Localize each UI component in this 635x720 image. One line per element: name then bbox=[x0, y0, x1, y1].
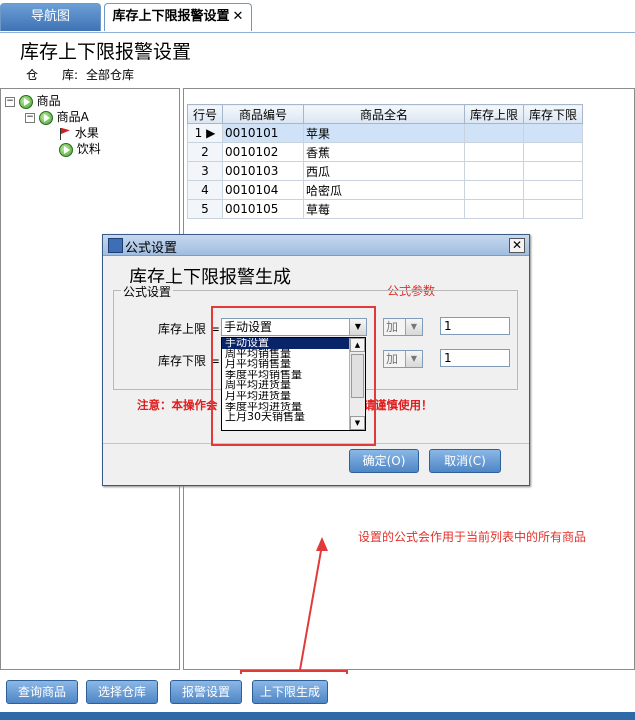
collapse-icon[interactable]: − bbox=[5, 96, 15, 107]
upper-operator-combo[interactable]: 加 ▼ bbox=[383, 318, 423, 336]
upper-cell[interactable] bbox=[464, 161, 524, 181]
lower-cell[interactable] bbox=[523, 199, 583, 219]
name-cell[interactable]: 西瓜 bbox=[303, 161, 465, 181]
code-cell[interactable]: 0010101 bbox=[222, 123, 304, 143]
generate-limits-button[interactable]: 上下限生成 bbox=[252, 680, 328, 704]
tree-node-group[interactable]: − 商品A bbox=[25, 109, 89, 125]
upper-cell[interactable] bbox=[464, 180, 524, 200]
app-icon bbox=[108, 238, 123, 253]
upper-cell[interactable] bbox=[464, 123, 524, 143]
row-pointer-icon: ▶ bbox=[206, 126, 216, 140]
table-row[interactable]: 2 0010102 香蕉 bbox=[187, 142, 583, 162]
highlight-box-dropdown bbox=[211, 306, 376, 446]
table-row[interactable]: 1 ▶ 0010101 苹果 bbox=[187, 123, 583, 143]
lower-param-input[interactable]: 1 bbox=[440, 349, 510, 367]
warehouse-label: 仓 库: bbox=[26, 68, 79, 82]
dialog-title: 公式设置 bbox=[125, 241, 178, 256]
code-cell[interactable]: 0010103 bbox=[222, 161, 304, 181]
lower-cell[interactable] bbox=[523, 142, 583, 162]
name-cell[interactable]: 哈密瓜 bbox=[303, 180, 465, 200]
tab-stock-alarm-settings[interactable]: 库存上下限报警设置 ✕ bbox=[104, 3, 252, 31]
warehouse-value: 全部仓库 bbox=[86, 68, 135, 82]
close-icon[interactable]: ✕ bbox=[233, 4, 244, 30]
upper-cell[interactable] bbox=[464, 142, 524, 162]
alarm-settings-button[interactable]: 报警设置 bbox=[170, 680, 242, 704]
cancel-button[interactable]: 取消(C) bbox=[429, 449, 501, 473]
code-cell[interactable]: 0010105 bbox=[222, 199, 304, 219]
lower-cell[interactable] bbox=[523, 123, 583, 143]
column-header-row-number[interactable]: 行号 bbox=[187, 104, 223, 124]
collapse-icon[interactable]: − bbox=[25, 112, 35, 123]
tree-node-label: 饮料 bbox=[76, 142, 101, 156]
name-cell[interactable]: 苹果 bbox=[303, 123, 465, 143]
row-number-cell: 4 bbox=[187, 180, 223, 200]
row-number-cell: 5 bbox=[187, 199, 223, 219]
status-strip bbox=[0, 712, 635, 720]
close-icon: ✕ bbox=[511, 238, 523, 252]
row-number-cell: 3 bbox=[187, 161, 223, 181]
tree-node-label: 水果 bbox=[74, 126, 99, 140]
lower-operator-combo[interactable]: 加 ▼ bbox=[383, 350, 423, 368]
annotation-text: 设置的公式会作用于当前列表中的所有商品 bbox=[358, 530, 587, 544]
row-number-cell: 1 ▶ bbox=[187, 123, 223, 143]
combo-value: 加 bbox=[386, 320, 399, 334]
tree-node-label: 商品 bbox=[36, 94, 61, 108]
category-icon bbox=[18, 94, 33, 109]
category-icon bbox=[38, 110, 53, 125]
table-header-row: 行号 商品编号 商品全名 库存上限 库存下限 bbox=[187, 104, 583, 124]
tree-node-root[interactable]: − 商品 bbox=[5, 93, 61, 109]
upper-cell[interactable] bbox=[464, 199, 524, 219]
tab-navigation-label: 导航图 bbox=[30, 9, 70, 24]
dialog-close-button[interactable]: ✕ bbox=[509, 238, 525, 253]
flag-icon bbox=[59, 127, 71, 140]
combo-value: 加 bbox=[386, 352, 399, 366]
lower-cell[interactable] bbox=[523, 180, 583, 200]
column-header-upper[interactable]: 库存上限 bbox=[464, 104, 524, 124]
table-row[interactable]: 3 0010103 西瓜 bbox=[187, 161, 583, 181]
tree-node-label: 商品A bbox=[56, 110, 89, 124]
groupbox-title: 公式设置 bbox=[121, 283, 174, 300]
table-row[interactable]: 4 0010104 哈密瓜 bbox=[187, 180, 583, 200]
tab-navigation[interactable]: 导航图 bbox=[0, 3, 101, 31]
tree-node-fruit[interactable]: 水果 bbox=[59, 125, 99, 141]
lower-cell[interactable] bbox=[523, 161, 583, 181]
category-icon bbox=[59, 142, 73, 157]
row-number-cell: 2 bbox=[187, 142, 223, 162]
annotation-arrow-icon bbox=[299, 537, 328, 671]
ok-button[interactable]: 确定(O) bbox=[349, 449, 419, 473]
code-cell[interactable]: 0010102 bbox=[222, 142, 304, 162]
name-cell[interactable]: 香蕉 bbox=[303, 142, 465, 162]
column-header-lower[interactable]: 库存下限 bbox=[523, 104, 583, 124]
column-header-name[interactable]: 商品全名 bbox=[303, 104, 465, 124]
name-cell[interactable]: 草莓 bbox=[303, 199, 465, 219]
page-title: 库存上下限报警设置 bbox=[20, 41, 192, 63]
chevron-down-icon[interactable]: ▼ bbox=[405, 351, 422, 367]
query-products-button[interactable]: 查询商品 bbox=[6, 680, 78, 704]
chevron-down-icon[interactable]: ▼ bbox=[405, 319, 422, 335]
table-row[interactable]: 5 0010105 草莓 bbox=[187, 199, 583, 219]
tree-node-drinks[interactable]: 饮料 bbox=[59, 141, 101, 157]
tab-active-label: 库存上下限报警设置 bbox=[112, 9, 230, 24]
upper-param-input[interactable]: 1 bbox=[440, 317, 510, 335]
select-warehouse-button[interactable]: 选择仓库 bbox=[86, 680, 158, 704]
code-cell[interactable]: 0010104 bbox=[222, 180, 304, 200]
column-header-code[interactable]: 商品编号 bbox=[222, 104, 304, 124]
product-table: 行号 商品编号 商品全名 库存上限 库存下限 1 ▶ 0010101 苹果 2 … bbox=[187, 104, 583, 219]
